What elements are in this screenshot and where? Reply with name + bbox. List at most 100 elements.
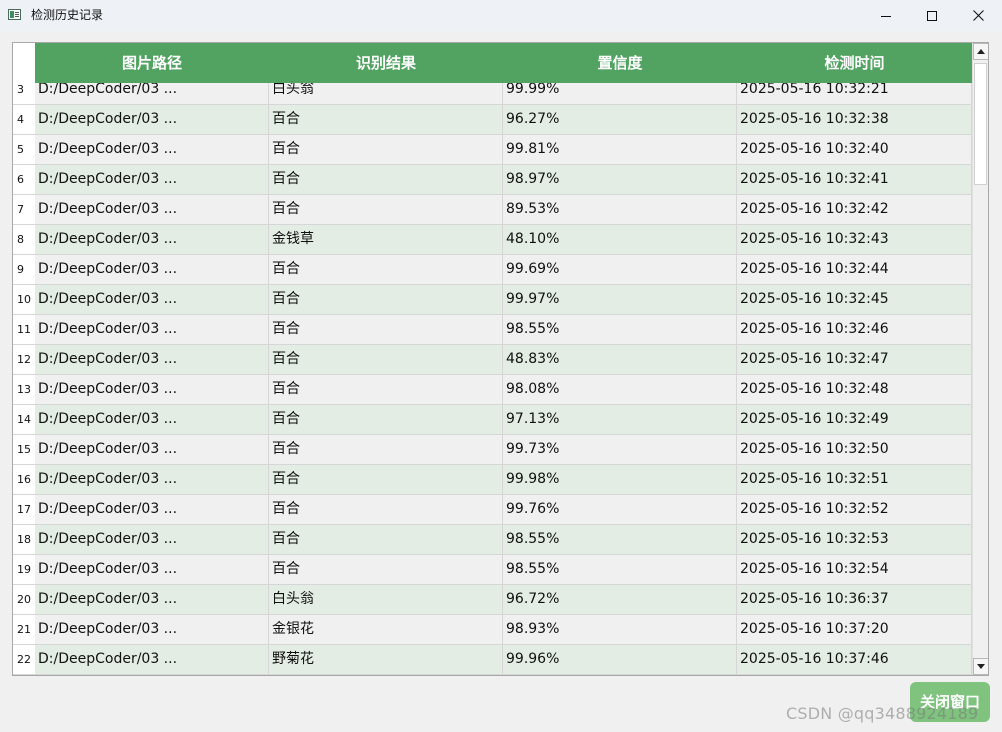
cell-confidence[interactable]: 98.93%: [503, 615, 737, 644]
cell-image-path[interactable]: D:/DeepCoder/03 ...: [35, 585, 269, 614]
table-row[interactable]: 6 D:/DeepCoder/03 ... 百合 98.97% 2025-05-16 1…: [13, 165, 972, 195]
row-number[interactable]: 14: [13, 405, 35, 434]
scroll-thumb[interactable]: [974, 63, 987, 185]
cell-image-path[interactable]: D:/DeepCoder/03 ...: [35, 405, 269, 434]
cell-result[interactable]: 百合: [269, 495, 503, 524]
cell-time[interactable]: 2025-05-16 10:32:44: [737, 255, 972, 284]
cell-time[interactable]: 2025-05-16 10:32:52: [737, 495, 972, 524]
cell-time[interactable]: 2025-05-16 10:32:47: [737, 345, 972, 374]
row-number[interactable]: 4: [13, 105, 35, 134]
cell-confidence[interactable]: 98.97%: [503, 165, 737, 194]
scroll-up-button[interactable]: [973, 43, 988, 60]
row-number[interactable]: 18: [13, 525, 35, 554]
cell-time[interactable]: 2025-05-16 10:32:51: [737, 465, 972, 494]
cell-image-path[interactable]: D:/DeepCoder/03 ...: [35, 645, 269, 674]
cell-result[interactable]: 百合: [269, 555, 503, 584]
table-row[interactable]: 11 D:/DeepCoder/03 ... 百合 98.55% 2025-05-16 …: [13, 315, 972, 345]
row-number[interactable]: 7: [13, 195, 35, 224]
history-table[interactable]: 图片路径 识别结果 置信度 检测时间 3 D:/DeepCoder/03 ... 白…: [12, 42, 989, 676]
minimize-button[interactable]: [863, 0, 909, 31]
cell-confidence[interactable]: 99.69%: [503, 255, 737, 284]
table-row[interactable]: 3 D:/DeepCoder/03 ... 白头翁 99.99% 2025-05-16 …: [13, 83, 972, 105]
vertical-scrollbar[interactable]: [972, 43, 988, 675]
scroll-down-button[interactable]: [973, 658, 988, 675]
row-number[interactable]: 15: [13, 435, 35, 464]
row-number[interactable]: 8: [13, 225, 35, 254]
row-number[interactable]: 21: [13, 615, 35, 644]
cell-image-path[interactable]: D:/DeepCoder/03 ...: [35, 465, 269, 494]
table-row[interactable]: 18 D:/DeepCoder/03 ... 百合 98.55% 2025-05-16 …: [13, 525, 972, 555]
cell-confidence[interactable]: 99.99%: [503, 83, 737, 104]
maximize-button[interactable]: [909, 0, 955, 31]
cell-image-path[interactable]: D:/DeepCoder/03 ...: [35, 255, 269, 284]
cell-image-path[interactable]: D:/DeepCoder/03 ...: [35, 225, 269, 254]
row-number[interactable]: 17: [13, 495, 35, 524]
cell-image-path[interactable]: D:/DeepCoder/03 ...: [35, 495, 269, 524]
cell-image-path[interactable]: D:/DeepCoder/03 ...: [35, 345, 269, 374]
cell-result[interactable]: 百合: [269, 465, 503, 494]
header-confidence[interactable]: 置信度: [503, 43, 737, 83]
table-row[interactable]: 16 D:/DeepCoder/03 ... 百合 99.98% 2025-05-16 …: [13, 465, 972, 495]
cell-result[interactable]: 百合: [269, 285, 503, 314]
table-row[interactable]: 15 D:/DeepCoder/03 ... 百合 99.73% 2025-05-16 …: [13, 435, 972, 465]
cell-image-path[interactable]: D:/DeepCoder/03 ...: [35, 435, 269, 464]
row-number[interactable]: 9: [13, 255, 35, 284]
cell-result[interactable]: 百合: [269, 435, 503, 464]
cell-image-path[interactable]: D:/DeepCoder/03 ...: [35, 105, 269, 134]
cell-confidence[interactable]: 97.13%: [503, 405, 737, 434]
cell-time[interactable]: 2025-05-16 10:37:46: [737, 645, 972, 674]
cell-image-path[interactable]: D:/DeepCoder/03 ...: [35, 615, 269, 644]
cell-result[interactable]: 百合: [269, 105, 503, 134]
table-row[interactable]: 7 D:/DeepCoder/03 ... 百合 89.53% 2025-05-16 1…: [13, 195, 972, 225]
row-number[interactable]: 20: [13, 585, 35, 614]
table-row[interactable]: 9 D:/DeepCoder/03 ... 百合 99.69% 2025-05-16 1…: [13, 255, 972, 285]
cell-result[interactable]: 百合: [269, 345, 503, 374]
cell-time[interactable]: 2025-05-16 10:32:48: [737, 375, 972, 404]
table-row[interactable]: 19 D:/DeepCoder/03 ... 百合 98.55% 2025-05-16 …: [13, 555, 972, 585]
cell-time[interactable]: 2025-05-16 10:32:43: [737, 225, 972, 254]
cell-result[interactable]: 百合: [269, 165, 503, 194]
table-row[interactable]: 13 D:/DeepCoder/03 ... 百合 98.08% 2025-05-16 …: [13, 375, 972, 405]
cell-time[interactable]: 2025-05-16 10:32:50: [737, 435, 972, 464]
row-number[interactable]: 19: [13, 555, 35, 584]
row-number[interactable]: 10: [13, 285, 35, 314]
table-row[interactable]: 14 D:/DeepCoder/03 ... 百合 97.13% 2025-05-16 …: [13, 405, 972, 435]
cell-time[interactable]: 2025-05-16 10:32:40: [737, 135, 972, 164]
cell-time[interactable]: 2025-05-16 10:32:49: [737, 405, 972, 434]
cell-time[interactable]: 2025-05-16 10:37:20: [737, 615, 972, 644]
table-row[interactable]: 10 D:/DeepCoder/03 ... 百合 99.97% 2025-05-16 …: [13, 285, 972, 315]
close-button[interactable]: [955, 0, 1001, 31]
cell-result[interactable]: 百合: [269, 375, 503, 404]
cell-result[interactable]: 百合: [269, 405, 503, 434]
cell-time[interactable]: 2025-05-16 10:32:53: [737, 525, 972, 554]
row-number[interactable]: 12: [13, 345, 35, 374]
cell-time[interactable]: 2025-05-16 10:32:46: [737, 315, 972, 344]
cell-image-path[interactable]: D:/DeepCoder/03 ...: [35, 315, 269, 344]
cell-confidence[interactable]: 99.96%: [503, 645, 737, 674]
cell-result[interactable]: 白头翁: [269, 585, 503, 614]
cell-confidence[interactable]: 98.55%: [503, 315, 737, 344]
row-number[interactable]: 5: [13, 135, 35, 164]
row-number[interactable]: 13: [13, 375, 35, 404]
cell-time[interactable]: 2025-05-16 10:32:21: [737, 83, 972, 104]
cell-image-path[interactable]: D:/DeepCoder/03 ...: [35, 285, 269, 314]
cell-confidence[interactable]: 48.10%: [503, 225, 737, 254]
table-row[interactable]: 8 D:/DeepCoder/03 ... 金钱草 48.10% 2025-05-16 …: [13, 225, 972, 255]
cell-image-path[interactable]: D:/DeepCoder/03 ...: [35, 195, 269, 224]
cell-confidence[interactable]: 98.55%: [503, 555, 737, 584]
row-number[interactable]: 6: [13, 165, 35, 194]
cell-confidence[interactable]: 89.53%: [503, 195, 737, 224]
cell-image-path[interactable]: D:/DeepCoder/03 ...: [35, 375, 269, 404]
row-number[interactable]: 3: [13, 83, 35, 104]
cell-result[interactable]: 百合: [269, 315, 503, 344]
cell-result[interactable]: 金钱草: [269, 225, 503, 254]
cell-image-path[interactable]: D:/DeepCoder/03 ...: [35, 525, 269, 554]
table-row[interactable]: 4 D:/DeepCoder/03 ... 百合 96.27% 2025-05-16 1…: [13, 105, 972, 135]
table-corner[interactable]: [13, 43, 35, 83]
header-image-path[interactable]: 图片路径: [35, 43, 269, 83]
cell-image-path[interactable]: D:/DeepCoder/03 ...: [35, 555, 269, 584]
table-row[interactable]: 21 D:/DeepCoder/03 ... 金银花 98.93% 2025-05-16…: [13, 615, 972, 645]
table-row[interactable]: 12 D:/DeepCoder/03 ... 百合 48.83% 2025-05-16 …: [13, 345, 972, 375]
table-row[interactable]: 17 D:/DeepCoder/03 ... 百合 99.76% 2025-05-16 …: [13, 495, 972, 525]
cell-confidence[interactable]: 99.73%: [503, 435, 737, 464]
